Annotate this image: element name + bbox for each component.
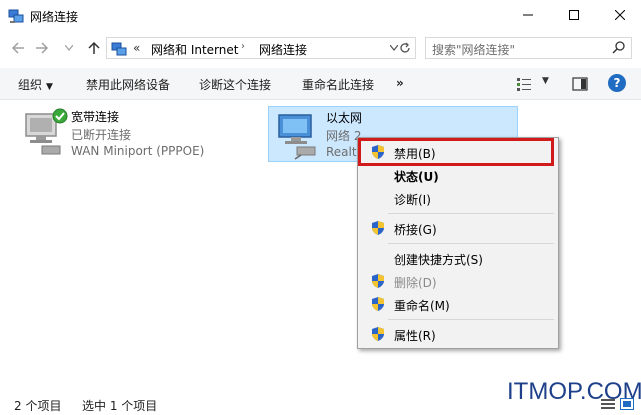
disable-device-button[interactable]: 禁用此网络设备 [86,76,170,93]
menu-item-label: 桥接(G) [394,223,437,237]
network-connections-icon [111,42,127,56]
menu-separator [388,319,554,320]
large-icons-view-icon[interactable] [620,398,634,410]
menu-separator [388,213,554,214]
address-bar[interactable]: « 网络和 Internet › 网络连接 [106,37,416,59]
menu-item-label: 创建快捷方式(S) [394,253,483,267]
arrow-left-icon [11,42,24,54]
menu-item-rename[interactable]: 重命名(M) [360,293,556,315]
network-connections-icon [8,9,24,23]
context-menu: 禁用(B) 状态(U) 诊断(I) 桥接(G) 创建快捷方式(S) 删除(D) … [357,137,559,349]
refresh-button[interactable] [394,37,416,59]
forward-button[interactable] [32,38,52,58]
item-device: WAN Miniport (PPPOE) [71,144,205,158]
broadband-connection-icon [25,108,68,155]
menu-item-label: 状态(U) [394,170,439,184]
menu-item-label: 诊断(I) [394,193,431,207]
menu-item-delete[interactable]: 删除(D) [360,270,556,292]
window-title: 网络连接 [30,10,79,24]
change-view-icon[interactable] [516,76,532,92]
maximize-button[interactable] [551,0,597,30]
menu-item-diagnose[interactable]: 诊断(I) [360,187,556,209]
item-count: 2 个项目 [14,399,62,413]
close-button[interactable] [597,0,641,30]
arrow-right-icon [36,42,49,54]
uac-shield-icon [372,221,384,235]
selected-count: 选中 1 个项目 [82,399,158,413]
search-box[interactable]: 搜索"网络连接" [425,37,632,59]
item-device: Realt [326,145,357,159]
item-status: 已断开连接 [71,128,132,142]
ethernet-adapter-icon [278,114,316,160]
caret-down-icon: ▼ [46,82,53,92]
details-view-icon[interactable] [601,398,615,410]
chevron-down-icon [65,45,73,51]
menu-item-label: 重命名(M) [394,299,450,313]
rename-connection-button[interactable]: 重命名此连接 [302,76,374,93]
item-name: 宽带连接 [71,110,120,124]
menu-item-create-shortcut[interactable]: 创建快捷方式(S) [360,247,556,269]
command-bar: 组织 ▼ 禁用此网络设备 诊断这个连接 重命名此连接 » ▼ ? [0,68,641,100]
more-commands-button[interactable]: » [396,76,404,90]
minimize-icon [523,14,533,16]
item-name: 以太网 [326,111,363,125]
recent-locations-button[interactable] [62,38,76,58]
minimize-button[interactable] [505,0,551,30]
uac-shield-icon [372,145,384,159]
view-options-caret-icon[interactable]: ▼ [542,76,549,86]
breadcrumb-separator[interactable]: › [241,41,245,52]
uac-shield-icon [372,327,384,341]
diagnose-connection-button[interactable]: 诊断这个连接 [199,76,271,93]
uac-shield-icon [372,274,384,288]
menu-item-disable[interactable]: 禁用(B) [360,141,556,163]
preview-pane-icon[interactable] [572,76,588,92]
navigation-bar: « 网络和 Internet › 网络连接 搜索"网络连接" [0,32,641,64]
up-button[interactable] [84,38,104,58]
title-bar: 网络连接 [0,0,641,32]
maximize-icon [569,10,579,20]
menu-item-label: 删除(D) [394,276,437,290]
menu-item-bridge[interactable]: 桥接(G) [360,217,556,239]
arrow-up-icon [88,41,100,54]
breadcrumb-overflow[interactable]: « [133,41,140,55]
help-button[interactable]: ? [608,74,626,92]
refresh-icon [399,42,410,53]
breadcrumb-network-connections[interactable]: 网络连接 [259,41,307,58]
menu-item-properties[interactable]: 属性(R) [360,323,556,345]
menu-item-label: 禁用(B) [394,147,436,161]
menu-item-label: 属性(R) [394,329,436,343]
menu-separator [388,243,554,244]
search-icon[interactable] [611,40,627,56]
close-icon [615,10,625,20]
breadcrumb-network-internet[interactable]: 网络和 Internet [151,41,238,58]
uac-shield-icon [372,297,384,311]
organize-label: 组织 [18,78,43,92]
organize-menu-button[interactable]: 组织 ▼ [18,76,53,93]
list-item-broadband[interactable]: 宽带连接 已断开连接 WAN Miniport (PPPOE) [14,106,254,162]
menu-item-status[interactable]: 状态(U) [360,164,556,186]
search-input[interactable]: 搜索"网络连接" [432,41,515,58]
back-button[interactable] [8,38,28,58]
